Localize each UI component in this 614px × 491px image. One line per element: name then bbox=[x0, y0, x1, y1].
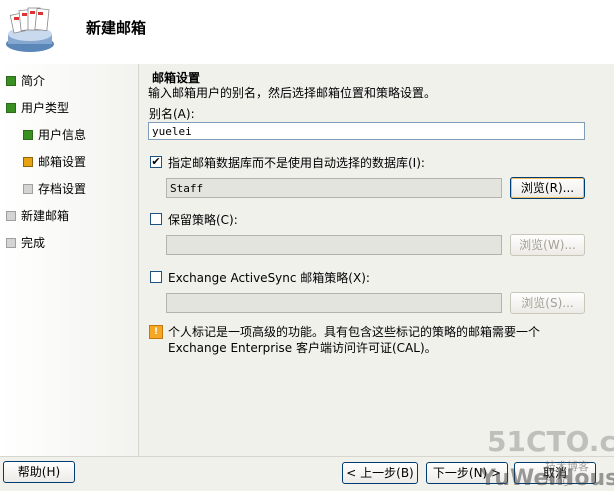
step-done-icon bbox=[6, 75, 16, 86]
nav-step-new-mailbox[interactable]: 新建邮箱 bbox=[6, 207, 69, 225]
wizard-title: 新建邮箱 bbox=[86, 19, 147, 37]
back-button[interactable]: < 上一步(B) bbox=[342, 462, 418, 484]
retention-checkbox[interactable] bbox=[150, 213, 162, 225]
step-current-icon bbox=[23, 156, 33, 167]
nav-step-label: 新建邮箱 bbox=[21, 209, 70, 223]
activesync-field bbox=[166, 293, 502, 313]
database-checkbox[interactable]: ✔ bbox=[150, 156, 162, 168]
nav-step-label: 邮箱设置 bbox=[38, 155, 87, 169]
nav-step-label: 存档设置 bbox=[38, 182, 87, 196]
nav-step-label: 用户信息 bbox=[38, 128, 87, 142]
database-browse-button[interactable]: 浏览(R)... bbox=[510, 177, 585, 199]
retention-browse-button[interactable]: 浏览(W)... bbox=[510, 234, 585, 256]
watermark-site: YuWeiHouse bbox=[480, 466, 614, 491]
watermark-logo: 51CTO.com bbox=[487, 425, 614, 458]
help-button[interactable]: 帮助(H) bbox=[3, 461, 75, 483]
nav-step-label: 用户类型 bbox=[21, 101, 70, 115]
activesync-label: Exchange ActiveSync 邮箱策略(X): bbox=[168, 271, 370, 285]
nav-step-intro[interactable]: 简介 bbox=[6, 72, 45, 90]
database-label: 指定邮箱数据库而不是使用自动选择的数据库(I): bbox=[168, 156, 425, 170]
database-field: Staff bbox=[166, 178, 502, 198]
wizard-header: 新建邮箱 bbox=[0, 0, 614, 64]
alias-label: 别名(A): bbox=[149, 107, 195, 121]
nav-step-complete[interactable]: 完成 bbox=[6, 234, 45, 252]
nav-step-archive-settings[interactable]: 存档设置 bbox=[23, 180, 86, 198]
step-pending-icon bbox=[6, 210, 16, 221]
nav-step-user-info[interactable]: 用户信息 bbox=[23, 126, 86, 144]
nav-step-label: 完成 bbox=[21, 236, 46, 250]
retention-field bbox=[166, 235, 502, 255]
info-message: 个人标记是一项高级的功能。具有包含这些标记的策略的邮箱需要一个 Exchange… bbox=[168, 325, 541, 355]
nav-step-mailbox-settings[interactable]: 邮箱设置 bbox=[23, 153, 86, 171]
step-pending-icon bbox=[23, 183, 33, 194]
mailboxes-icon bbox=[6, 7, 54, 52]
nav-step-user-type[interactable]: 用户类型 bbox=[6, 99, 69, 117]
wizard-steps-pane bbox=[0, 64, 138, 456]
section-description: 输入邮箱用户的别名，然后选择邮箱位置和策略设置。 bbox=[148, 86, 437, 100]
activesync-browse-button[interactable]: 浏览(S)... bbox=[510, 292, 585, 314]
alias-input[interactable]: yuelei bbox=[148, 122, 585, 140]
step-done-icon bbox=[23, 129, 33, 140]
activesync-checkbox[interactable] bbox=[150, 271, 162, 283]
warning-icon: ! bbox=[149, 325, 163, 339]
step-pending-icon bbox=[6, 237, 16, 248]
retention-label: 保留策略(C): bbox=[168, 213, 238, 227]
step-done-icon bbox=[6, 102, 16, 113]
nav-step-label: 简介 bbox=[21, 74, 46, 88]
